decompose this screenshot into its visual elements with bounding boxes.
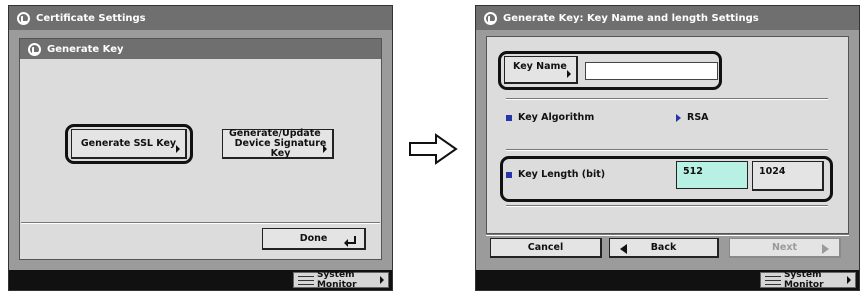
divider bbox=[21, 222, 380, 224]
divider bbox=[506, 205, 828, 207]
key-length-label: Key Length (bit) bbox=[518, 169, 606, 180]
key-length-512-label: 512 bbox=[683, 166, 703, 177]
settings-app-icon bbox=[17, 11, 30, 25]
status-strip: System Monitor bbox=[476, 270, 859, 290]
generate-update-device-signature-key-button[interactable]: Generate/Update Device Signature Key bbox=[222, 127, 334, 159]
enter-icon bbox=[344, 236, 356, 247]
arrow-right-icon bbox=[847, 276, 851, 284]
key-name-label: Key Name bbox=[513, 61, 567, 72]
generate-update-label-line2: Device Signature Key bbox=[234, 137, 327, 159]
back-button[interactable]: Back bbox=[609, 238, 719, 258]
next-button[interactable]: Next bbox=[729, 238, 841, 258]
key-algorithm-value: RSA bbox=[687, 112, 709, 123]
key-name-button[interactable]: Key Name bbox=[504, 56, 578, 84]
certificate-settings-screen: Certificate Settings Generate Key Genera… bbox=[8, 5, 393, 291]
screen-title: Certificate Settings bbox=[36, 12, 146, 24]
key-algorithm-row: Key Algorithm bbox=[506, 112, 594, 123]
generate-ssl-key-button[interactable]: Generate SSL Key bbox=[71, 129, 187, 159]
arrow-right-icon bbox=[567, 70, 571, 78]
key-name-value bbox=[586, 63, 590, 74]
arrow-right-icon bbox=[380, 276, 384, 284]
key-length-1024-option[interactable]: 1024 bbox=[752, 161, 824, 191]
key-algorithm-label: Key Algorithm bbox=[518, 112, 595, 123]
divider bbox=[506, 149, 828, 151]
bullet-icon bbox=[506, 114, 512, 121]
system-monitor-label: System Monitor bbox=[783, 270, 824, 290]
panel-title: Generate Key bbox=[47, 43, 124, 55]
cancel-label: Cancel bbox=[527, 241, 564, 253]
system-monitor-icon bbox=[765, 275, 781, 285]
title-bar: Generate Key: Key Name and length Settin… bbox=[476, 6, 859, 30]
divider bbox=[486, 234, 849, 236]
status-strip: System Monitor bbox=[9, 270, 392, 290]
system-monitor-label: System Monitor bbox=[316, 270, 357, 290]
arrow-right-outline-icon bbox=[409, 133, 458, 165]
done-label: Done bbox=[299, 232, 328, 244]
arrow-right-icon bbox=[176, 145, 180, 153]
key-length-row: Key Length (bit) bbox=[506, 169, 605, 180]
done-button[interactable]: Done bbox=[262, 228, 366, 250]
system-monitor-icon bbox=[298, 275, 314, 285]
key-name-length-settings-screen: Generate Key: Key Name and length Settin… bbox=[475, 5, 860, 291]
system-monitor-button[interactable]: System Monitor bbox=[760, 270, 856, 290]
key-algorithm-value-row: RSA bbox=[676, 112, 709, 123]
triangle-right-icon bbox=[676, 113, 681, 122]
divider bbox=[506, 98, 828, 100]
screen-title: Generate Key: Key Name and length Settin… bbox=[503, 12, 759, 24]
cancel-button[interactable]: Cancel bbox=[490, 238, 602, 258]
key-name-field[interactable] bbox=[585, 62, 718, 80]
settings-app-icon bbox=[28, 42, 41, 56]
generate-update-label-line1: Generate/Update bbox=[229, 127, 321, 139]
title-bar: Certificate Settings bbox=[9, 6, 392, 30]
generate-ssl-key-label: Generate SSL Key bbox=[80, 137, 177, 149]
bullet-icon bbox=[506, 171, 512, 178]
arrow-right-icon bbox=[822, 244, 829, 254]
system-monitor-button[interactable]: System Monitor bbox=[293, 270, 389, 290]
settings-app-icon bbox=[484, 11, 497, 25]
arrow-right-icon bbox=[323, 145, 327, 153]
next-label: Next bbox=[771, 241, 798, 253]
key-length-1024-label: 1024 bbox=[759, 166, 786, 177]
back-label: Back bbox=[650, 241, 677, 253]
arrow-left-icon bbox=[620, 244, 627, 254]
panel-title-bar: Generate Key bbox=[20, 39, 381, 59]
key-length-512-option[interactable]: 512 bbox=[676, 161, 748, 189]
